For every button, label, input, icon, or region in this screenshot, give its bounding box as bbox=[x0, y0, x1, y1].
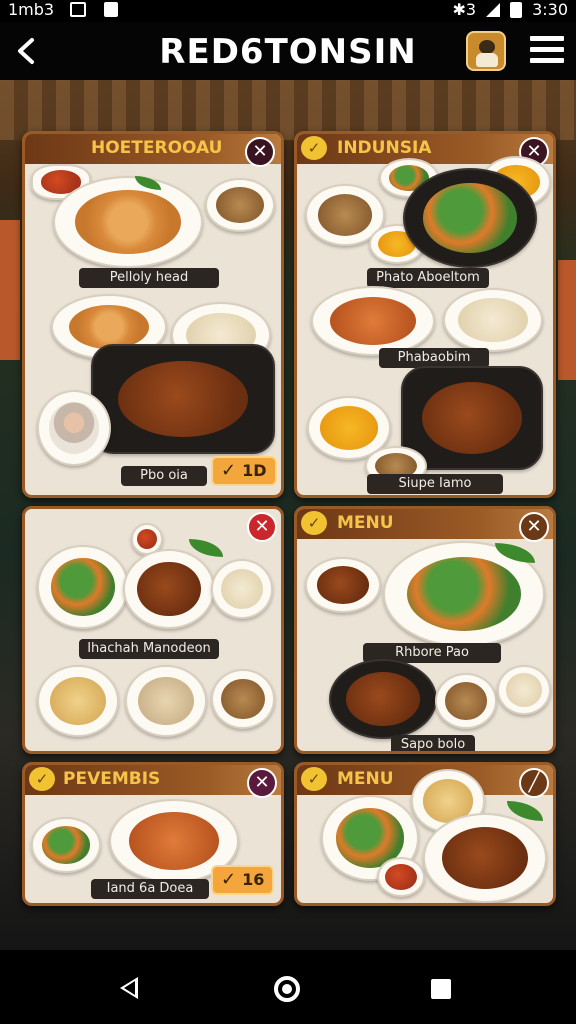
dish-label: Phato Aboeltom bbox=[367, 268, 489, 288]
clock: 3:30 bbox=[532, 0, 568, 19]
chef-avatar-body bbox=[476, 53, 498, 67]
close-button[interactable]: ✕ bbox=[519, 512, 549, 542]
menu-card-1[interactable]: HOETEROOAU ✕ Pelloly head Pbo oia ✓ 1D bbox=[22, 131, 284, 498]
dish bbox=[403, 168, 537, 268]
hamburger-line bbox=[530, 47, 564, 52]
dish-label: Pelloly head bbox=[79, 268, 219, 288]
wall-decoration-right bbox=[558, 260, 576, 380]
chef-profile-button[interactable] bbox=[466, 31, 506, 71]
dish bbox=[401, 366, 543, 470]
dish-label: Phabaobim bbox=[379, 348, 489, 368]
dish-label: Ihachah Manodeon bbox=[79, 639, 219, 659]
notification-icon-2 bbox=[104, 2, 118, 17]
check-badge-icon: ✓ bbox=[29, 767, 55, 791]
dish bbox=[435, 673, 497, 729]
dish bbox=[329, 659, 437, 739]
menu-card-4[interactable]: ✓ MENU ✕ Rhbore Pao Sapo bolo bbox=[294, 506, 556, 754]
card-header bbox=[297, 509, 553, 539]
dish bbox=[311, 286, 435, 356]
dish bbox=[37, 545, 129, 629]
count-badge[interactable]: ✓ 16 bbox=[211, 865, 275, 895]
menu-card-6[interactable]: ✓ MENU ╱ bbox=[294, 762, 556, 906]
dish-label: Siupe Iamo bbox=[367, 474, 503, 494]
status-icons: ✱3 3:30 bbox=[452, 0, 568, 19]
bluetooth-icon: ✱3 bbox=[452, 0, 477, 19]
battery-icon bbox=[510, 1, 523, 18]
card-title: PEVEMBIS bbox=[63, 769, 161, 789]
chef-avatar-icon bbox=[479, 40, 495, 54]
dish bbox=[305, 557, 381, 613]
signal-icon bbox=[486, 2, 501, 17]
dish-label: Iand 6a Doea bbox=[91, 879, 209, 899]
wall-decoration-left bbox=[0, 220, 20, 360]
dish bbox=[31, 817, 101, 873]
hamburger-line bbox=[530, 58, 564, 63]
check-badge-icon: ✓ bbox=[301, 767, 327, 791]
check-icon: ✓ bbox=[221, 460, 237, 481]
dish bbox=[91, 344, 275, 454]
card-title: HOETEROOAU bbox=[91, 138, 223, 158]
dish bbox=[123, 549, 215, 629]
check-badge-icon: ✓ bbox=[301, 511, 327, 535]
menu-card-2[interactable]: ✓ INDUNSIA ✕ Phato Aboeltom Phabaobim Si… bbox=[294, 131, 556, 498]
close-button[interactable]: ✕ bbox=[245, 137, 275, 167]
card-title: MENU bbox=[337, 769, 394, 789]
system-nav-bar bbox=[0, 950, 576, 1024]
hamburger-icon bbox=[530, 36, 564, 41]
count-value: 16 bbox=[242, 870, 265, 889]
check-badge-icon: ✓ bbox=[301, 136, 327, 160]
menu-card-5[interactable]: ✓ PEVEMBIS ✕ Iand 6a Doea ✓ 16 bbox=[22, 762, 284, 906]
dish bbox=[211, 669, 275, 729]
count-badge[interactable]: ✓ 1D bbox=[211, 456, 277, 486]
dish bbox=[37, 390, 111, 466]
nav-home-icon[interactable] bbox=[274, 976, 300, 1002]
dish-label: Sapo bolo bbox=[391, 735, 475, 751]
dish bbox=[53, 176, 203, 268]
close-button[interactable]: ✕ bbox=[247, 768, 277, 798]
nav-recents-icon[interactable] bbox=[431, 979, 451, 999]
card-title: INDUNSIA bbox=[337, 138, 432, 158]
dish bbox=[423, 813, 547, 903]
dish bbox=[125, 665, 207, 737]
card-title: MENU bbox=[337, 513, 394, 533]
dish bbox=[377, 857, 425, 897]
notification-icon bbox=[70, 2, 86, 17]
dish bbox=[205, 178, 275, 232]
carrier-label: 1mb3 bbox=[8, 0, 55, 19]
dish bbox=[497, 665, 551, 715]
dish bbox=[211, 559, 273, 619]
dish bbox=[37, 665, 119, 737]
garnish bbox=[189, 539, 223, 557]
count-value: 1D bbox=[242, 461, 267, 480]
check-icon: ✓ bbox=[221, 869, 237, 890]
nav-back-icon[interactable] bbox=[120, 977, 138, 999]
app-bar: RED6TONSIN bbox=[0, 22, 576, 80]
menu-button[interactable] bbox=[530, 36, 564, 64]
edit-button[interactable]: ╱ bbox=[519, 768, 549, 798]
status-bar: 1mb3 ✱3 3:30 bbox=[0, 0, 576, 22]
dish bbox=[443, 288, 543, 352]
close-button[interactable]: ✕ bbox=[247, 512, 277, 542]
menu-card-3[interactable]: ✕ Ihachah Manodeon bbox=[22, 506, 284, 754]
dish-label: Pbo oia bbox=[121, 466, 207, 486]
